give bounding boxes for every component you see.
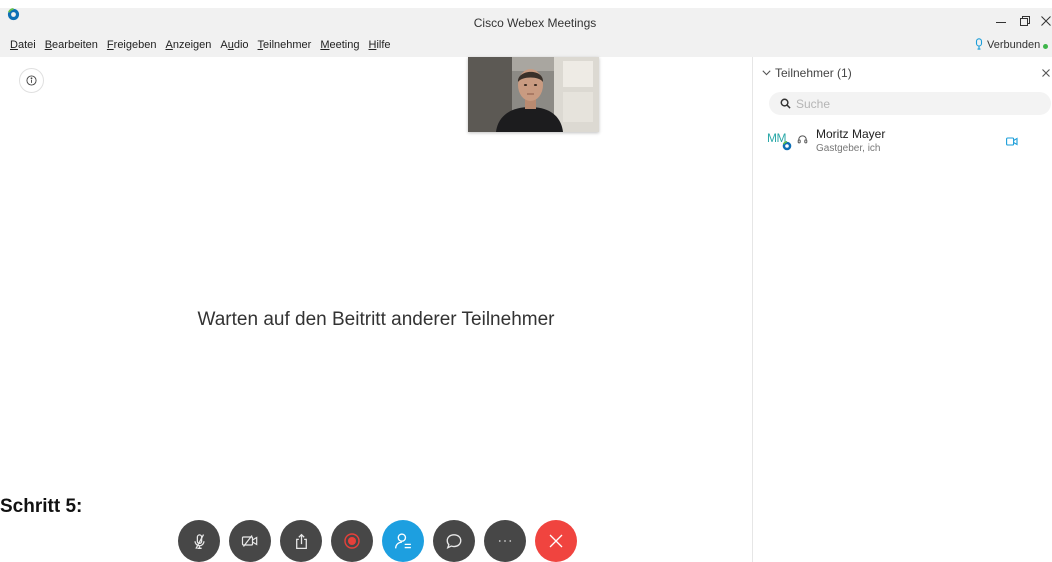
minimize-icon[interactable] — [996, 17, 1006, 27]
participants-icon — [394, 532, 412, 550]
close-icon[interactable] — [1041, 16, 1051, 26]
chat-button[interactable] — [433, 520, 475, 562]
waiting-message: Warten auf den Beitritt anderer Teilnehm… — [197, 309, 555, 330]
participant-name: Moritz Mayer — [816, 127, 886, 141]
share-icon — [293, 533, 310, 550]
participant-role: Gastgeber, ich — [816, 143, 881, 154]
leave-meeting-button[interactable] — [535, 520, 577, 562]
record-icon — [343, 532, 361, 550]
menu-bearbeiten[interactable]: Bearbeiten — [45, 39, 98, 51]
participants-panel: Teilnehmer (1) MM Mo — [752, 57, 1052, 562]
connection-status-dot — [1043, 44, 1048, 49]
mnemonic-letter: D — [10, 39, 18, 51]
mnemonic-letter: F — [106, 39, 114, 51]
video-off-icon — [241, 533, 259, 549]
mnemonic-letter: T — [257, 39, 264, 51]
mnemonic-letter: u — [227, 39, 234, 51]
more-icon — [498, 539, 512, 543]
mnemonic-letter: A — [165, 39, 173, 51]
microphone-muted-icon — [191, 533, 208, 550]
menu-meeting[interactable]: Meeting — [320, 39, 359, 51]
menu-freigeben[interactable]: Freigeben — [107, 39, 157, 51]
record-button[interactable] — [331, 520, 373, 562]
share-button[interactable] — [280, 520, 322, 562]
mnemonic-letter: B — [44, 39, 53, 51]
avatar: MM — [766, 130, 796, 152]
menu-bar: Datei Bearbeiten Freigeben Anzeigen Audi… — [10, 39, 391, 51]
panel-title[interactable]: Teilnehmer (1) — [775, 66, 852, 80]
headset-icon — [797, 134, 808, 145]
search-input[interactable] — [796, 92, 1036, 115]
meeting-info-button[interactable] — [19, 68, 44, 93]
more-button[interactable] — [484, 520, 526, 562]
search-field[interactable] — [769, 92, 1051, 115]
menu-datei[interactable]: Datei — [10, 39, 36, 51]
connection-icon[interactable] — [975, 38, 983, 50]
menu-hilfe[interactable]: Hilfe — [369, 39, 391, 51]
video-button[interactable] — [229, 520, 271, 562]
end-call-icon — [549, 534, 563, 548]
window-title: Cisco Webex Meetings — [473, 16, 597, 30]
close-panel-icon[interactable] — [1042, 69, 1050, 77]
menu-teilnehmer[interactable]: Teilnehmer — [258, 39, 312, 51]
chevron-down-icon[interactable] — [762, 70, 771, 76]
menu-anzeigen[interactable]: Anzeigen — [165, 39, 211, 51]
webex-logo-icon — [7, 8, 20, 21]
mnemonic-letter: M — [320, 39, 330, 51]
self-view-video[interactable] — [468, 57, 599, 132]
mute-button[interactable] — [178, 520, 220, 562]
search-icon — [780, 98, 791, 109]
participants-button[interactable] — [382, 520, 424, 562]
chat-icon — [445, 532, 463, 550]
menu-audio[interactable]: Audio — [220, 39, 248, 51]
mnemonic-letter: H — [368, 39, 377, 51]
participant-row[interactable]: MM Moritz Mayer Gastgeber, ich — [753, 123, 1052, 161]
webex-badge-icon — [782, 140, 792, 151]
step-annotation: Schritt 5: — [0, 496, 83, 517]
connection-status[interactable]: Verbunden — [987, 39, 1040, 51]
restore-icon[interactable] — [1020, 16, 1030, 26]
video-camera-icon[interactable] — [1006, 137, 1018, 146]
info-icon — [26, 75, 37, 86]
meeting-controls — [178, 520, 577, 562]
